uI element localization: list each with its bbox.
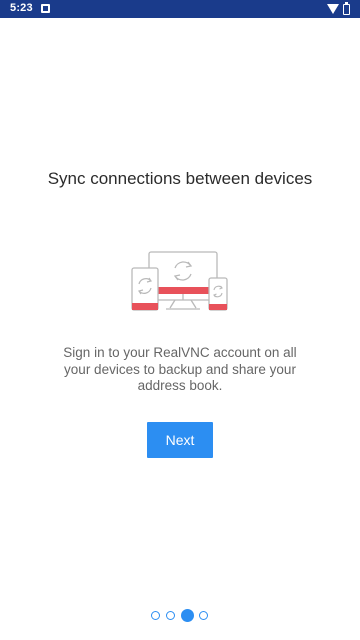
status-bar: 5:23 [0,0,360,18]
phone-icon [131,267,159,311]
next-button[interactable]: Next [147,422,213,458]
page-dot-3-active[interactable] [181,609,194,622]
page-indicator [0,608,360,624]
page-dot-4[interactable] [199,611,208,620]
status-time: 5:23 [10,2,33,14]
page-dot-2[interactable] [166,611,175,620]
page-dot-1[interactable] [151,611,160,620]
onboarding-screen: 5:23 Sync connections between devices Si… [0,0,360,640]
sync-devices-illustration [131,251,228,311]
monitor-icon [148,251,218,310]
description-text: Sign in to your RealVNC account on all y… [63,345,297,393]
app-notification-icon [41,4,50,13]
battery-icon [343,2,350,15]
tablet-icon [208,277,228,311]
wifi-icon [327,4,339,14]
page-title: Sync connections between devices [47,169,313,188]
